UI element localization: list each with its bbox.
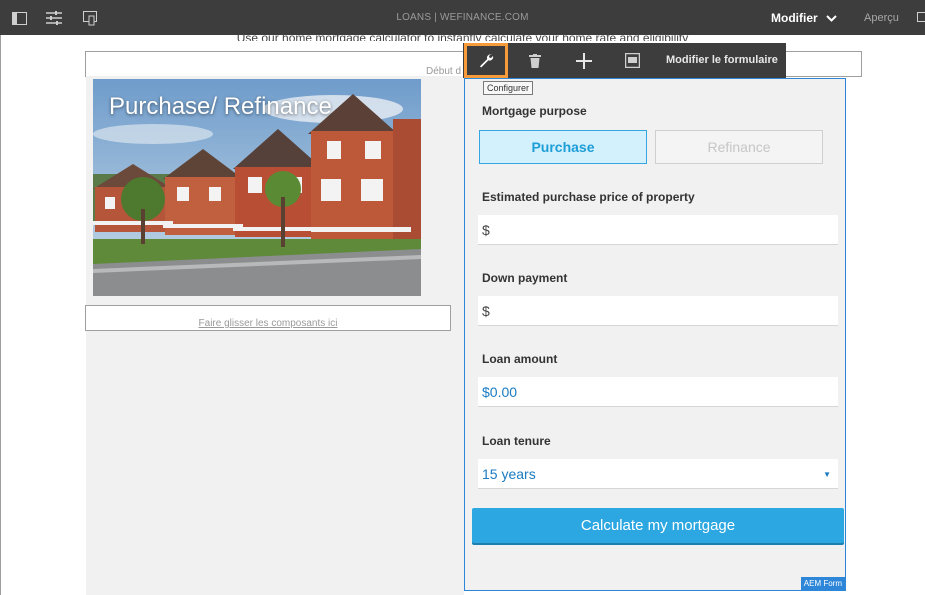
configure-tooltip: Configurer <box>483 81 534 95</box>
price-label: Estimated purchase price of property <box>482 190 695 204</box>
loan-amount-label: Loan amount <box>482 352 558 366</box>
down-payment-input[interactable]: $ <box>478 296 838 326</box>
page-left-border <box>0 35 1 595</box>
delete-button[interactable] <box>513 43 557 78</box>
intro-text: Use our home mortgage calculator to inst… <box>236 31 689 41</box>
mode-dropdown[interactable]: Modifier <box>771 11 837 25</box>
wrench-icon <box>480 53 494 67</box>
purchase-button[interactable]: Purchase <box>479 130 647 164</box>
trash-icon <box>529 53 541 68</box>
loan-tenure-select[interactable]: 15 years ▼ <box>478 459 838 489</box>
aem-form-tag: AEM Form <box>800 577 845 590</box>
hero-title: Purchase/ Refinance <box>109 93 332 120</box>
mode-label: Modifier <box>771 11 818 25</box>
edit-form-button[interactable]: Modifier le formulaire <box>666 54 778 66</box>
drop-zone-left-hint: Faire glisser les composants ici <box>198 318 338 329</box>
chevron-down-icon <box>825 14 837 22</box>
price-input[interactable]: $ <box>478 215 838 245</box>
share-icon[interactable] <box>915 10 925 26</box>
refinance-button[interactable]: Refinance <box>655 130 823 164</box>
insert-button[interactable] <box>562 43 606 78</box>
calculate-button[interactable]: Calculate my mortgage <box>472 508 844 543</box>
loan-amount-field[interactable]: $0.00 <box>478 377 838 407</box>
dropdown-caret-icon: ▼ <box>823 470 831 479</box>
component-toolbar: Modifier le formulaire <box>463 43 786 78</box>
down-payment-label: Down payment <box>482 271 568 285</box>
configure-button[interactable] <box>464 43 508 78</box>
hero-image[interactable]: Purchase/ Refinance <box>93 79 421 296</box>
loan-tenure-label: Loan tenure <box>482 434 551 448</box>
loan-tenure-value: 15 years <box>482 465 536 482</box>
container-button[interactable] <box>610 43 654 78</box>
drop-zone-left[interactable]: Faire glisser les composants ici <box>85 305 451 331</box>
plus-icon <box>576 52 592 69</box>
purpose-label: Mortgage purpose <box>482 104 587 118</box>
editor-top-bar: LOANS | WEFINANCE.COM Modifier Aperçu <box>0 0 925 35</box>
preview-button[interactable]: Aperçu <box>864 12 899 24</box>
form-container-icon <box>624 53 640 68</box>
mortgage-form[interactable]: Mortgage purpose Purchase Refinance Esti… <box>464 78 846 591</box>
